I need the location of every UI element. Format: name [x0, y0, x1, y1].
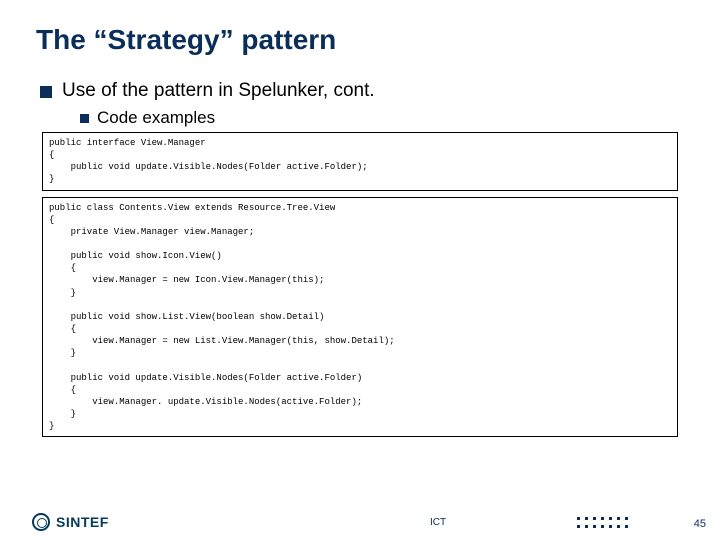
footer-label: ICT — [430, 517, 446, 528]
bullet-square-icon — [80, 114, 89, 123]
bullet2-text: Code examples — [97, 108, 215, 128]
page-number: 45 — [694, 518, 706, 530]
bullet-level1: Use of the pattern in Spelunker, cont. — [40, 80, 684, 102]
dots-decoration-icon — [577, 517, 630, 530]
code-block-2: public class Contents.View extends Resou… — [42, 197, 678, 438]
slide-title: The “Strategy” pattern — [36, 24, 684, 56]
bullet-level2: Code examples — [80, 108, 684, 128]
bullet1-text: Use of the pattern in Spelunker, cont. — [62, 80, 375, 102]
logo-ring-icon — [32, 513, 50, 531]
sintef-logo: SINTEF — [32, 513, 109, 531]
code-block-1: public interface View.Manager { public v… — [42, 132, 678, 191]
bullet-square-icon — [40, 86, 52, 98]
logo-text: SINTEF — [56, 514, 109, 530]
slide-footer: SINTEF ICT 45 — [0, 504, 720, 540]
